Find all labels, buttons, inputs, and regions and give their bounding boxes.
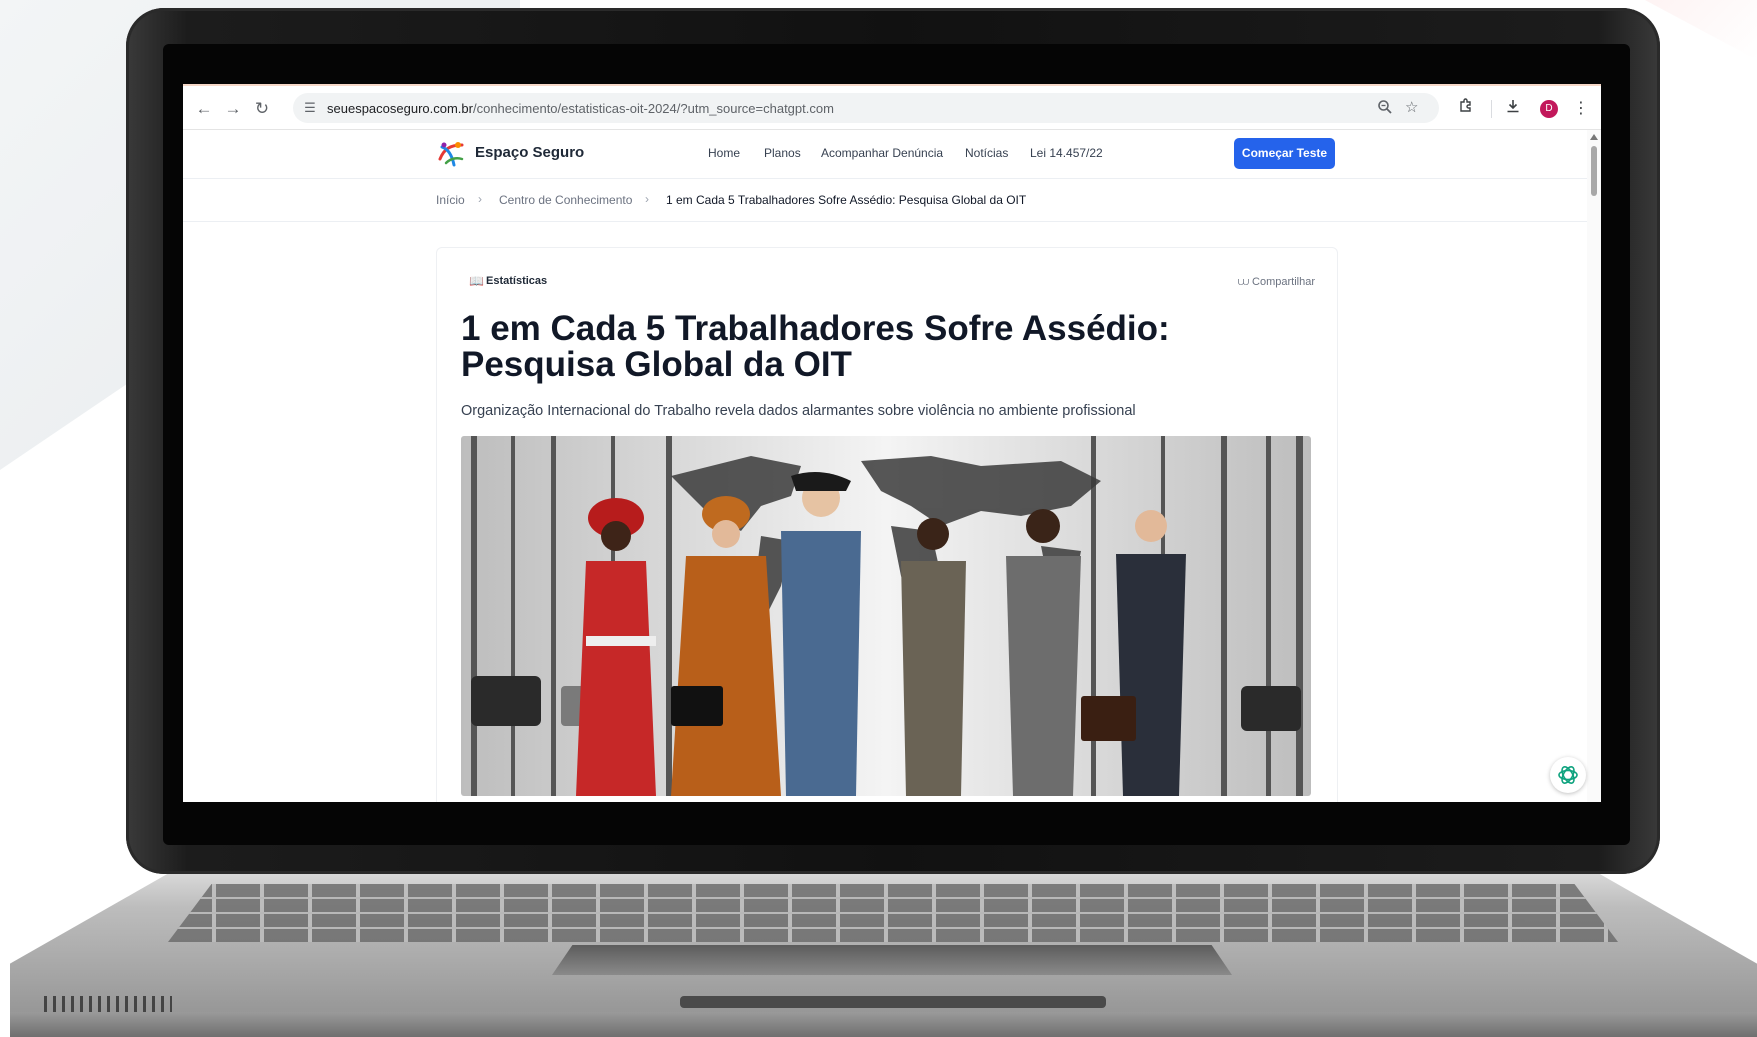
- chevron-right-icon: ›: [645, 192, 649, 206]
- laptop-hinge: [680, 996, 1106, 1008]
- breadcrumb-current: 1 em Cada 5 Trabalhadores Sofre Assédio:…: [666, 193, 1027, 207]
- article-card: 📖 Estatísticas ⩊ Compartilhar 1 em Cada …: [436, 247, 1338, 802]
- extensions-icon[interactable]: [1458, 98, 1474, 121]
- scrollbar-thumb[interactable]: [1591, 146, 1597, 196]
- chat-assistant-icon: [1558, 766, 1578, 784]
- article-title: 1 em Cada 5 Trabalhadores Sofre Assédio:…: [461, 309, 1170, 384]
- scrollbar[interactable]: [1587, 130, 1601, 802]
- article-subtitle: Organização Internacional do Trabalho re…: [461, 403, 1136, 419]
- nav-lei[interactable]: Lei 14.457/22: [1030, 146, 1103, 160]
- nav-noticias[interactable]: Notícias: [965, 146, 1008, 160]
- site-header: Espaço Seguro Home Planos Acompanhar Den…: [183, 130, 1587, 179]
- breadcrumb-knowledge-center[interactable]: Centro de Conhecimento: [499, 193, 632, 207]
- reload-icon[interactable]: ↻: [251, 98, 273, 120]
- breadcrumb-home[interactable]: Início: [436, 193, 465, 207]
- start-test-button[interactable]: Começar Teste: [1234, 138, 1335, 169]
- laptop-trackpad: [552, 945, 1232, 975]
- laptop-vent: [44, 996, 172, 1012]
- back-icon[interactable]: ←: [193, 98, 215, 120]
- url-text[interactable]: seuespacoseguro.com.br/conhecimento/esta…: [327, 101, 834, 116]
- brand-logo-icon[interactable]: [436, 139, 466, 169]
- menu-dots-icon[interactable]: ⋮: [1573, 98, 1589, 120]
- browser-toolbar: ← → ↻ ☰ seuespacoseguro.com.br/conhecime…: [183, 84, 1601, 130]
- url-domain: seuespacoseguro.com.br: [327, 101, 473, 116]
- share-button[interactable]: ⩊ Compartilhar: [1238, 276, 1315, 289]
- nav-home[interactable]: Home: [708, 146, 740, 160]
- article-hero-image: [461, 436, 1311, 796]
- brand-name[interactable]: Espaço Seguro: [475, 144, 584, 161]
- site-settings-icon[interactable]: ☰: [301, 99, 319, 117]
- chat-assistant-button[interactable]: [1550, 757, 1586, 793]
- bookmark-star-icon[interactable]: ☆: [1405, 99, 1418, 117]
- browser-window: ← → ↻ ☰ seuespacoseguro.com.br/conhecime…: [183, 84, 1601, 802]
- book-icon: 📖: [469, 274, 484, 288]
- scroll-up-arrow-icon[interactable]: [1590, 134, 1598, 140]
- chevron-right-icon: ›: [478, 192, 482, 206]
- nav-acompanhar-denuncia[interactable]: Acompanhar Denúncia: [821, 146, 943, 160]
- toolbar-divider: [1491, 100, 1492, 118]
- breadcrumb: Início › Centro de Conhecimento › 1 em C…: [183, 178, 1587, 222]
- download-icon[interactable]: [1505, 98, 1521, 121]
- zoom-icon[interactable]: [1377, 99, 1393, 120]
- url-path: /conhecimento/estatisticas-oit-2024/?utm…: [472, 101, 834, 116]
- laptop-front-edge: [10, 1012, 1757, 1037]
- share-label: Compartilhar: [1252, 276, 1315, 288]
- forward-icon[interactable]: →: [222, 98, 244, 120]
- laptop-keyboard-rows: [168, 884, 1618, 942]
- share-icon: ⩊: [1237, 276, 1249, 288]
- category-label: Estatísticas: [486, 275, 548, 287]
- nav-planos[interactable]: Planos: [764, 146, 801, 160]
- profile-avatar[interactable]: D: [1540, 100, 1558, 118]
- address-bar[interactable]: ☰ seuespacoseguro.com.br/conhecimento/es…: [293, 93, 1439, 123]
